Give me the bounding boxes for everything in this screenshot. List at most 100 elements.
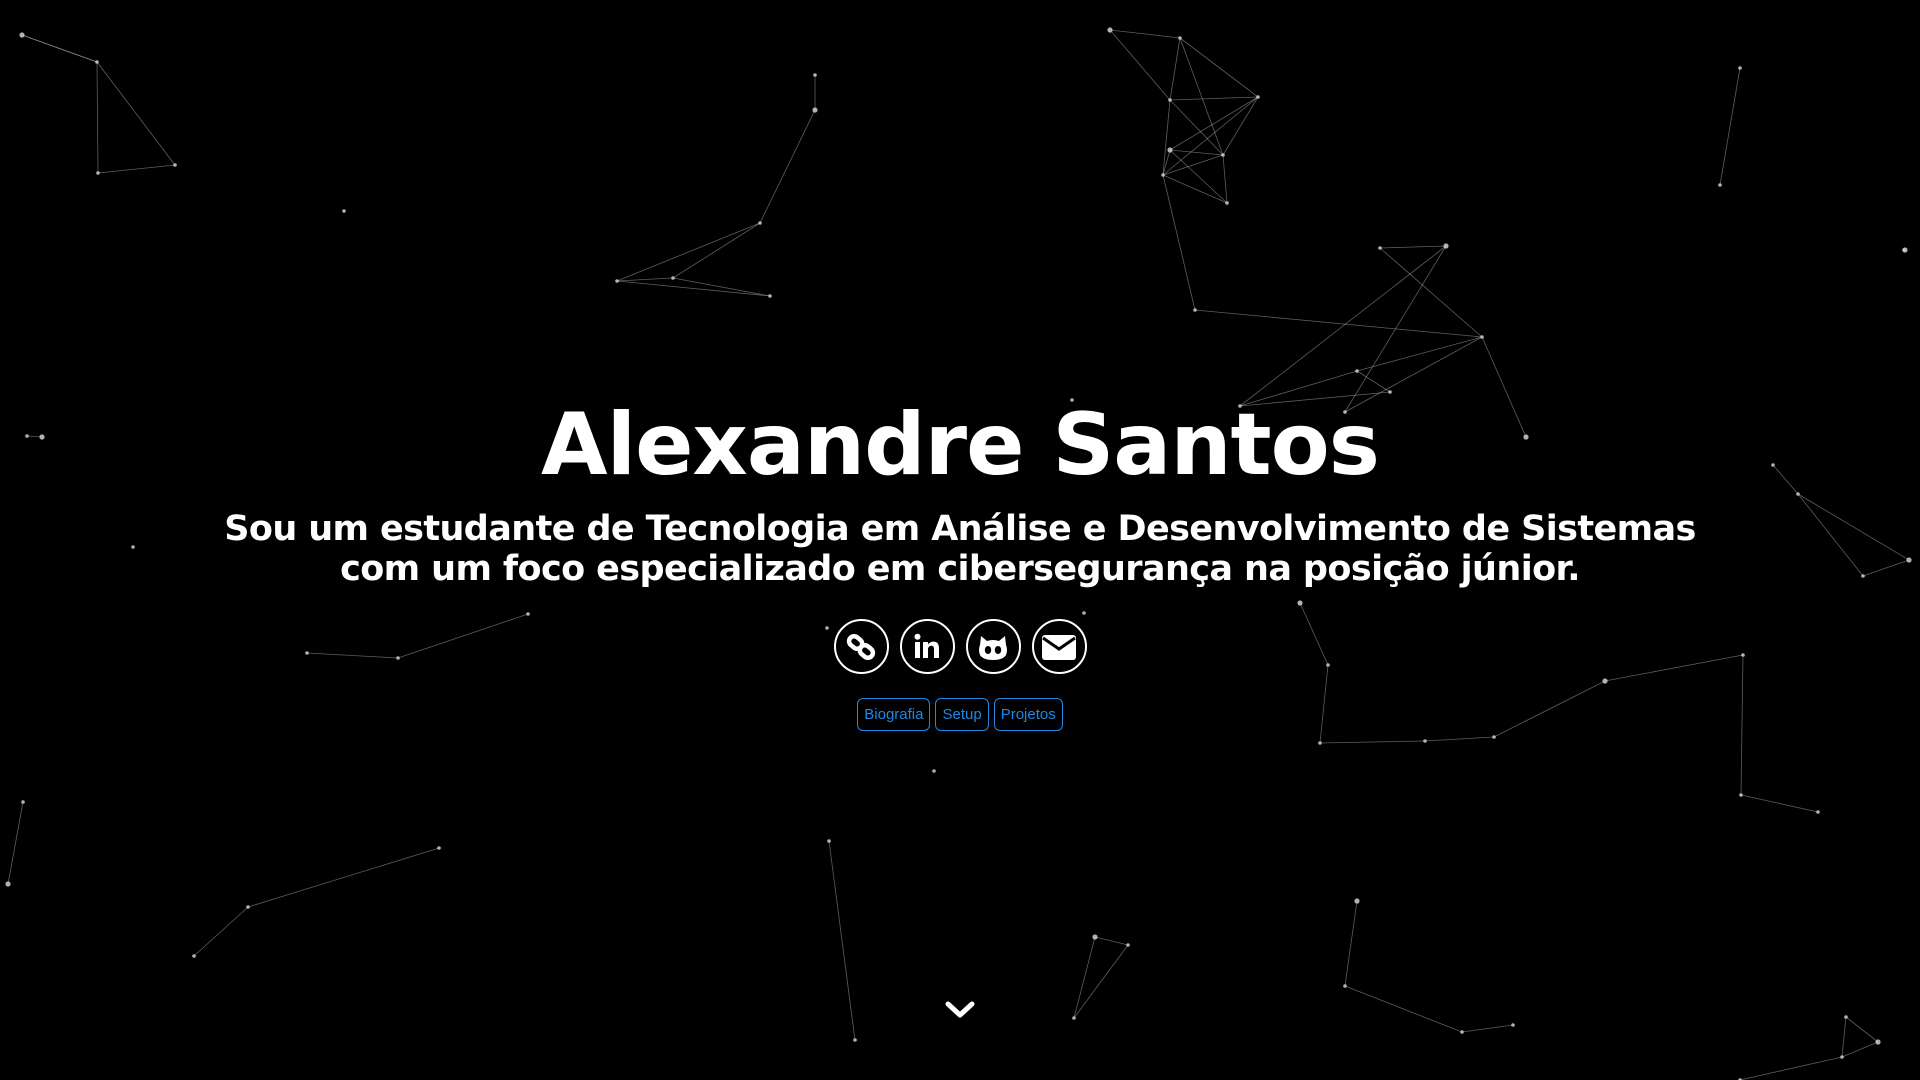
network-particle (671, 276, 675, 280)
linkedin-button[interactable] (899, 619, 955, 674)
network-link (616, 280, 771, 297)
network-link (1845, 1016, 1879, 1043)
network-link (1841, 1041, 1879, 1058)
network-link (1740, 794, 1819, 813)
network-link (1379, 247, 1483, 338)
network-link (1424, 736, 1495, 742)
network-link (1239, 245, 1447, 407)
network-particle (246, 905, 250, 909)
network-link (1073, 944, 1129, 1019)
chevron-down-icon (945, 1000, 975, 1024)
network-link (1162, 96, 1259, 176)
github-icon (975, 630, 1011, 664)
github-button[interactable] (965, 619, 1021, 674)
network-link (1169, 37, 1181, 101)
network-particle (1355, 369, 1359, 373)
network-link (1169, 96, 1259, 101)
network-particle (1844, 1015, 1848, 1019)
network-particle (1225, 201, 1229, 205)
network-particle (615, 279, 619, 283)
network-particle (1343, 984, 1347, 988)
network-link (1109, 29, 1171, 101)
hero-section: Alexandre Santos Sou um estudante de Tec… (0, 385, 1920, 731)
link-button[interactable] (833, 619, 889, 674)
network-particle (1168, 98, 1172, 102)
network-link (1739, 1056, 1843, 1080)
network-particle (1318, 741, 1322, 745)
email-button[interactable] (1031, 619, 1087, 674)
network-link (1169, 96, 1259, 151)
network-particle (1443, 243, 1449, 249)
network-particle (1126, 943, 1130, 947)
network-link (672, 277, 771, 297)
network-link (1073, 936, 1096, 1019)
network-particle (1460, 1030, 1464, 1034)
network-link (97, 164, 176, 174)
network-particle (1221, 153, 1225, 157)
network-link (1194, 309, 1483, 338)
network-link (1344, 900, 1358, 987)
network-particle (1167, 147, 1173, 153)
network-link (1179, 37, 1224, 156)
network-particle (1193, 308, 1197, 312)
network-link (1162, 174, 1196, 311)
biografia-button[interactable]: Biografia (857, 698, 931, 731)
network-particle (192, 954, 196, 958)
network-particle (813, 73, 817, 77)
network-particle (1902, 247, 1908, 253)
network-particle (1161, 173, 1165, 177)
network-link (7, 801, 24, 885)
network-particle (1511, 1023, 1515, 1027)
network-link (1109, 29, 1181, 39)
setup-button[interactable]: Setup (935, 698, 989, 731)
social-links (0, 619, 1920, 674)
network-particle (437, 846, 441, 850)
network-link (193, 906, 249, 957)
network-particle (96, 171, 100, 175)
projetos-button[interactable]: Projetos (993, 698, 1063, 731)
hero-tagline: Sou um estudante de Tecnologia em Anális… (224, 509, 1696, 589)
network-particle (1092, 934, 1098, 940)
network-particle (1256, 95, 1260, 99)
network-particle (1816, 810, 1820, 814)
network-link (1162, 154, 1224, 176)
network-link (759, 109, 816, 224)
network-particle (1072, 1016, 1076, 1020)
network-particle (1423, 739, 1427, 743)
network-link (1319, 740, 1426, 744)
network-link (1169, 149, 1224, 156)
network-particle (21, 800, 25, 804)
network-link (1162, 174, 1228, 204)
network-link (1222, 96, 1259, 156)
network-link (828, 840, 856, 1041)
network-particle (1178, 36, 1182, 40)
network-link (96, 61, 99, 174)
network-particle (19, 32, 25, 38)
network-link (96, 61, 176, 166)
network-particle (1718, 183, 1722, 187)
network-particle (1492, 735, 1496, 739)
network-particle (1107, 27, 1113, 33)
network-link (672, 222, 761, 279)
network-link (1179, 37, 1259, 98)
network-link (1169, 99, 1224, 156)
scroll-down-button[interactable] (942, 998, 978, 1026)
network-link (1379, 245, 1447, 249)
envelope-icon (1041, 632, 1077, 662)
section-nav: Biografia Setup Projetos (0, 698, 1920, 731)
network-particle (827, 839, 831, 843)
network-particle (812, 107, 818, 113)
hero-name: Alexandre Santos (541, 395, 1380, 495)
network-particle (1840, 1055, 1844, 1059)
network-link (1356, 336, 1483, 372)
network-particle (1875, 1039, 1881, 1045)
network-particle (853, 1038, 857, 1042)
network-link (1169, 149, 1228, 204)
network-link (1841, 1016, 1847, 1058)
network-particle (932, 769, 936, 773)
network-particle (1480, 335, 1484, 339)
network-particle (768, 294, 772, 298)
linkedin-icon (910, 630, 944, 664)
network-particle (95, 60, 99, 64)
network-link (247, 847, 440, 908)
